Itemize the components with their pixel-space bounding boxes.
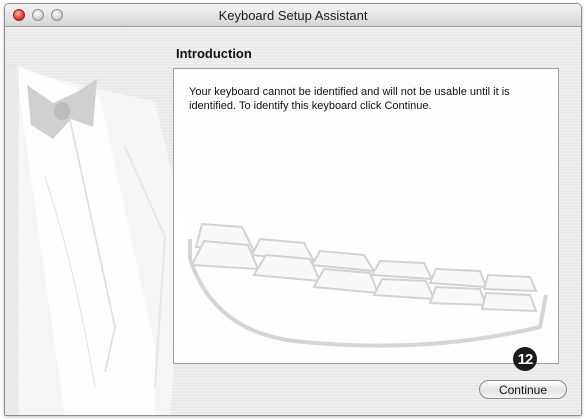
title-bar[interactable]: Keyboard Setup Assistant xyxy=(5,4,581,27)
intro-message: Your keyboard cannot be identified and w… xyxy=(189,86,510,112)
continue-button[interactable]: Continue xyxy=(479,380,567,399)
window-title: Keyboard Setup Assistant xyxy=(218,8,368,23)
intro-panel: Your keyboard cannot be identified and w… xyxy=(173,68,559,364)
assistant-window: Keyboard Setup Assistant Introduction Yo… xyxy=(4,3,582,416)
keyboard-illustration-icon xyxy=(188,222,548,348)
assistant-content: Introduction Your keyboard cannot be ide… xyxy=(5,27,581,415)
section-title: Introduction xyxy=(176,46,252,61)
callout-badge: 12 xyxy=(513,347,537,371)
